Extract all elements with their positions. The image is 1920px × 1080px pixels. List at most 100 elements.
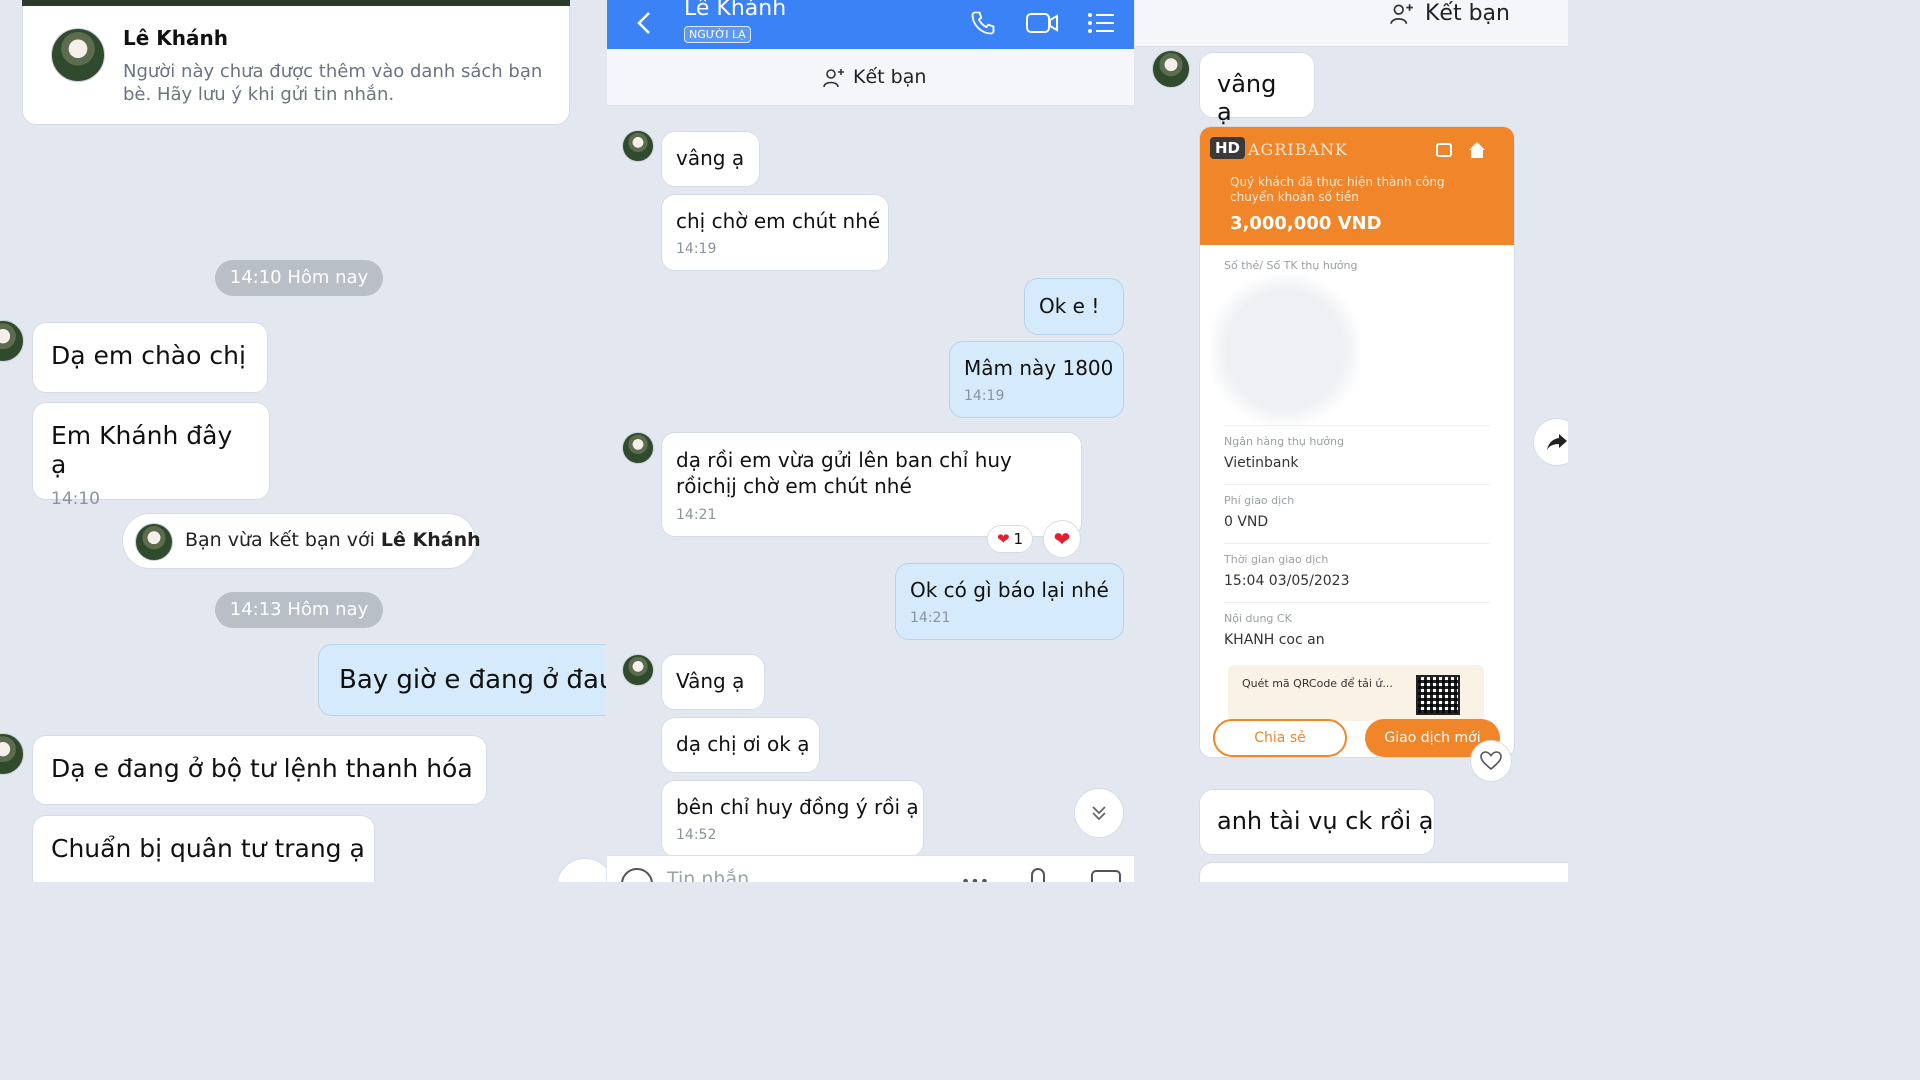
bank-value: Vietinbank [1224,455,1299,471]
profile-name: Lê Khánh [123,26,228,50]
add-friend-label: Kết bạn [1425,1,1510,26]
message-text: Mâm này 1800 [964,356,1114,380]
heart-icon: ❤ [996,530,1010,548]
message-bubble[interactable]: dạ chị ơi ok ạ [661,717,820,773]
message-bubble[interactable]: chị chờ em chút nhé 14:19 [661,194,889,271]
divider [1224,484,1490,485]
image-icon[interactable] [1091,870,1121,882]
friend-notice-name: Lê Khánh [380,529,481,551]
my-message-bubble[interactable]: Bay giờ e đang ở đau [318,644,606,716]
message-input[interactable]: Tin nhắn [667,868,749,882]
bank-logo-text: AGRIBANK [1248,140,1348,159]
friend-avatar [135,523,173,561]
message-bubble[interactable]: vâng ạ [1199,52,1315,126]
fee-label: Phí giao dịch [1224,494,1295,507]
phone-icon[interactable] [965,6,1001,40]
message-time: 14:19 [964,388,1005,404]
reaction-summary[interactable]: ❤ 1 [987,525,1033,553]
my-message-bubble[interactable]: Mâm này 1800 14:19 [949,341,1124,418]
hd-badge: HD [1210,137,1246,159]
video-call-icon[interactable] [1022,6,1062,40]
content-value: KHANH coc an [1224,632,1325,648]
receipt-header: HD AGRIBANK Quý khách đã thực hiện thành… [1200,127,1514,245]
account-label: Số thẻ/ Số TK thụ hưởng [1224,259,1358,272]
composer-bar: Tin nhắn ••• [607,855,1134,882]
sender-avatar[interactable] [622,432,654,464]
microphone-icon[interactable] [1031,868,1045,882]
reaction-count: 1 [1013,530,1024,548]
date-pill: 14:13 Hôm nay [215,592,383,628]
friend-notice-text: Bạn vừa kết bạn với Lê Khánh [185,529,481,551]
date-pill: 14:10 Hôm nay [215,260,383,296]
message-text: Bay giờ e đang ở đau [339,665,606,695]
message-text: vâng ạ [676,146,745,170]
message-time: 14:52 [676,827,717,843]
transfer-receipt-image[interactable]: HD AGRIBANK Quý khách đã thực hiện thành… [1199,126,1515,758]
sender-avatar[interactable] [622,654,654,686]
emoji-icon[interactable] [621,868,653,882]
chat-title[interactable]: Lê Khánh [684,0,786,21]
scroll-down-icon[interactable] [1074,788,1124,838]
divider [1224,543,1490,544]
divider [1224,602,1490,603]
blurred-account-area [1210,275,1360,425]
heart-react-icon[interactable]: ❤ [1043,520,1081,558]
back-icon[interactable] [629,8,659,38]
message-text: Em Khánh đây ạ [51,421,233,479]
sender-avatar[interactable] [1152,50,1190,88]
message-bubble[interactable]: Chuẩn bị quân tư trang ạ [32,815,375,882]
message-text: chị chờ em chút nhé [676,209,881,233]
image-icon[interactable] [1436,143,1452,157]
message-bubble[interactable]: anh tài vụ ck rồi ạ [1199,789,1435,855]
menu-list-icon[interactable] [1083,6,1119,40]
friend-notice: Bạn vừa kết bạn với Lê Khánh [122,513,481,569]
message-text: Vâng ạ [676,669,745,693]
stranger-badge: NGƯỜI LẠ [684,26,751,43]
sender-avatar[interactable] [0,320,24,362]
my-message-bubble[interactable]: Ok có gì báo lại nhé 14:21 [895,563,1124,640]
message-text: bên chỉ huy đồng ý rồi ạ [676,795,919,819]
message-text: dạ chị ơi ok ạ [676,732,810,756]
message-time: 14:21 [910,610,951,626]
message-time: 14:21 [676,507,717,523]
message-bubble[interactable]: dạ rồi em vừa gửi lên ban chỉ huy rồichị… [661,432,1082,537]
message-text: Dạ e đang ở bộ tư lệnh thanh hóa [51,754,473,783]
message-bubble[interactable]: Dạ e đang ở bộ tư lệnh thanh hóa [32,735,487,805]
message-bubble[interactable]: bên chỉ huy đồng ý rồi ạ 14:52 [661,780,924,857]
message-time: 14:19 [676,241,717,257]
message-bubble[interactable]: Vâng ạ [661,654,765,710]
qr-code-icon [1416,675,1460,715]
forward-share-icon[interactable] [1533,418,1568,466]
fee-value: 0 VND [1224,514,1269,530]
message-bubble[interactable] [1199,862,1568,882]
add-friend-icon [821,65,847,91]
chat-panel-left: Lê Khánh Người này chưa được thêm vào da… [0,0,606,882]
heart-icon[interactable] [1470,740,1512,782]
add-friend-bar[interactable]: Kết bạn [1135,0,1568,47]
message-text: Ok e ! [1039,294,1100,318]
my-message-bubble[interactable]: Ok e ! [1024,278,1124,335]
message-text: dạ rồi em vừa gửi lên ban chỉ huy rồichị… [676,448,1012,498]
chat-panel-middle: Lê Khánh NGƯỜI LẠ Kết bạn vâng ạ chị chờ… [607,0,1134,882]
add-friend-bar[interactable]: Kết bạn [607,49,1134,106]
add-friend-label: Kết bạn [853,66,927,88]
message-text: anh tài vụ ck rồi ạ [1217,807,1434,835]
chat-header: Lê Khánh NGƯỜI LẠ [607,0,1134,49]
share-button[interactable]: Chia sẻ [1213,719,1347,757]
message-bubble[interactable]: Dạ em chào chị [32,322,268,393]
time-label: Thời gian giao dịch [1224,553,1329,566]
message-bubble[interactable]: Em Khánh đây ạ 14:10 [32,402,270,509]
home-icon[interactable] [1466,139,1488,161]
profile-note: Người này chưa được thêm vào danh sách b… [123,61,543,105]
friend-notice-prefix: Bạn vừa kết bạn với [185,529,381,551]
more-dots-icon[interactable]: ••• [957,872,993,883]
profile-card: Lê Khánh Người này chưa được thêm vào da… [22,6,570,125]
message-text: Dạ em chào chị [51,341,246,370]
sender-avatar[interactable] [622,130,654,162]
message-bubble[interactable]: vâng ạ [661,131,760,187]
success-text: Quý khách đã thực hiện thành công chuyển… [1230,175,1445,204]
sender-avatar[interactable] [0,733,24,775]
profile-avatar[interactable] [51,28,105,82]
message-text: Ok có gì báo lại nhé [910,578,1109,602]
scroll-down-icon[interactable] [556,858,606,882]
